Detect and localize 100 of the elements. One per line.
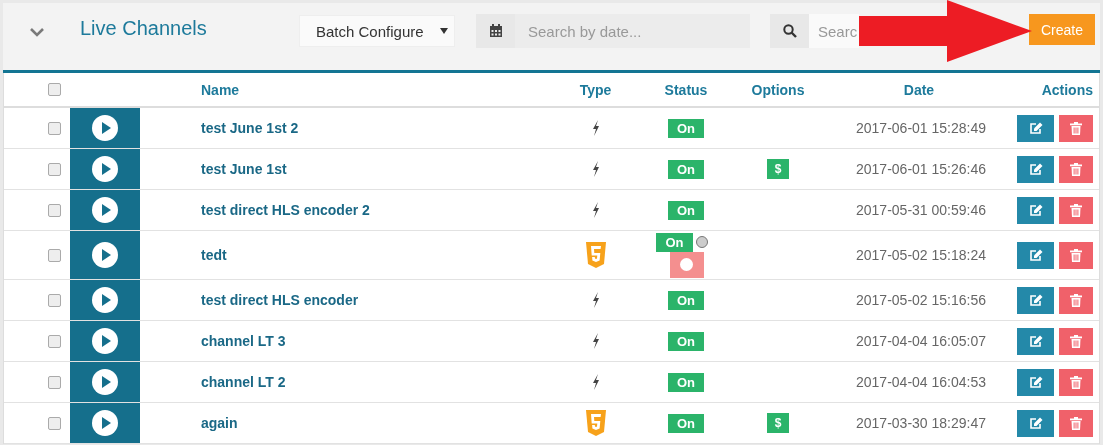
delete-button[interactable] bbox=[1059, 196, 1093, 224]
edit-button[interactable] bbox=[1017, 368, 1054, 396]
select-all-checkbox[interactable] bbox=[48, 83, 61, 96]
status-badge: On bbox=[667, 290, 705, 310]
delete-button[interactable] bbox=[1059, 114, 1093, 142]
column-header[interactable]: Status bbox=[664, 81, 708, 98]
edit-icon bbox=[1028, 334, 1043, 348]
date-text: 2017-06-01 15:26:46 bbox=[856, 161, 986, 177]
row-checkbox[interactable] bbox=[48, 375, 61, 389]
record-button[interactable] bbox=[669, 251, 704, 278]
channel-name-link[interactable]: test direct HLS encoder 2 bbox=[201, 202, 370, 218]
row-checkbox[interactable] bbox=[48, 203, 61, 217]
delete-button[interactable] bbox=[1059, 241, 1093, 269]
caret-icon bbox=[440, 28, 448, 34]
batch-configure-select[interactable]: Batch Configure bbox=[299, 15, 455, 47]
lightning-icon bbox=[591, 120, 600, 136]
lightning-icon bbox=[591, 202, 600, 218]
lightning-icon bbox=[591, 333, 600, 349]
monetization-badge: $ bbox=[766, 159, 790, 179]
play-icon bbox=[92, 369, 118, 395]
play-button[interactable] bbox=[70, 190, 140, 230]
trash-icon bbox=[1070, 293, 1082, 307]
delete-button[interactable] bbox=[1059, 409, 1093, 437]
calendar-icon bbox=[476, 14, 515, 48]
row-checkbox[interactable] bbox=[48, 334, 61, 348]
play-icon bbox=[92, 156, 118, 182]
edit-button[interactable] bbox=[1017, 114, 1054, 142]
date-text: 2017-03-30 18:29:47 bbox=[856, 415, 986, 431]
play-button[interactable] bbox=[70, 149, 140, 189]
column-header[interactable]: Options bbox=[751, 81, 805, 98]
delete-button[interactable] bbox=[1059, 155, 1093, 183]
channel-name-link[interactable]: test direct HLS encoder bbox=[201, 292, 359, 308]
column-header[interactable]: Actions bbox=[1041, 81, 1093, 98]
status-badge: On bbox=[667, 159, 705, 179]
edit-button[interactable] bbox=[1017, 241, 1054, 269]
channel-name-link[interactable]: test June 1st bbox=[201, 161, 287, 177]
record-indicator-icon bbox=[695, 236, 708, 248]
status-badge: On bbox=[667, 413, 705, 433]
edit-button[interactable] bbox=[1017, 409, 1054, 437]
date-text: 2017-04-04 16:05:07 bbox=[856, 333, 986, 349]
status-badge: On bbox=[667, 200, 705, 220]
play-icon bbox=[92, 328, 118, 354]
channel-name-link[interactable]: again bbox=[201, 415, 238, 431]
page-title: Live Channels bbox=[80, 17, 208, 40]
play-icon bbox=[92, 410, 118, 436]
date-text: 2017-05-02 15:18:24 bbox=[856, 247, 986, 263]
row-checkbox[interactable] bbox=[48, 293, 61, 307]
lightning-icon bbox=[591, 374, 600, 390]
play-button[interactable] bbox=[70, 231, 140, 279]
trash-icon bbox=[1070, 248, 1082, 262]
edit-icon bbox=[1028, 121, 1043, 135]
column-header[interactable]: Date bbox=[903, 81, 935, 98]
play-button[interactable] bbox=[70, 321, 140, 361]
play-button[interactable] bbox=[70, 280, 140, 320]
row-checkbox[interactable] bbox=[48, 416, 61, 430]
search-field[interactable]: Searc bbox=[809, 14, 859, 48]
column-header[interactable]: Name bbox=[201, 81, 240, 98]
play-icon bbox=[92, 287, 118, 313]
channel-name-link[interactable]: tedt bbox=[201, 247, 227, 263]
delete-button[interactable] bbox=[1059, 286, 1093, 314]
column-header[interactable]: Type bbox=[579, 81, 612, 98]
chevron-down-icon[interactable] bbox=[30, 28, 44, 37]
html5-icon bbox=[585, 242, 606, 268]
trash-icon bbox=[1070, 203, 1082, 217]
play-icon bbox=[92, 115, 118, 141]
edit-icon bbox=[1028, 162, 1043, 176]
trash-icon bbox=[1070, 375, 1082, 389]
lightning-icon bbox=[591, 161, 600, 177]
play-icon bbox=[92, 197, 118, 223]
delete-button[interactable] bbox=[1059, 368, 1093, 396]
row-checkbox[interactable] bbox=[48, 248, 61, 262]
row-checkbox[interactable] bbox=[48, 121, 61, 135]
search-icon bbox=[770, 14, 809, 48]
edit-icon bbox=[1028, 375, 1043, 389]
lightning-icon bbox=[591, 292, 600, 308]
monetization-badge: $ bbox=[766, 413, 790, 433]
row-checkbox[interactable] bbox=[48, 162, 61, 176]
trash-icon bbox=[1070, 334, 1082, 348]
edit-button[interactable] bbox=[1017, 327, 1054, 355]
edit-icon bbox=[1028, 248, 1043, 262]
date-text: 2017-06-01 15:28:49 bbox=[856, 120, 986, 136]
channel-name-link[interactable]: channel LT 3 bbox=[201, 333, 286, 349]
edit-icon bbox=[1028, 203, 1043, 217]
delete-button[interactable] bbox=[1059, 327, 1093, 355]
play-button[interactable] bbox=[70, 403, 140, 443]
status-badge: On bbox=[667, 372, 705, 392]
date-search-field[interactable]: Search by date... bbox=[515, 14, 750, 48]
edit-button[interactable] bbox=[1017, 196, 1054, 224]
play-button[interactable] bbox=[70, 108, 140, 148]
edit-icon bbox=[1028, 293, 1043, 307]
edit-button[interactable] bbox=[1017, 155, 1054, 183]
trash-icon bbox=[1070, 416, 1082, 430]
play-icon bbox=[92, 242, 118, 268]
date-text: 2017-04-04 16:04:53 bbox=[856, 374, 986, 390]
channel-name-link[interactable]: channel LT 2 bbox=[201, 374, 286, 390]
edit-icon bbox=[1028, 416, 1043, 430]
status-badge: On bbox=[656, 232, 693, 252]
channel-name-link[interactable]: test June 1st 2 bbox=[201, 120, 299, 136]
play-button[interactable] bbox=[70, 362, 140, 402]
edit-button[interactable] bbox=[1017, 286, 1054, 314]
